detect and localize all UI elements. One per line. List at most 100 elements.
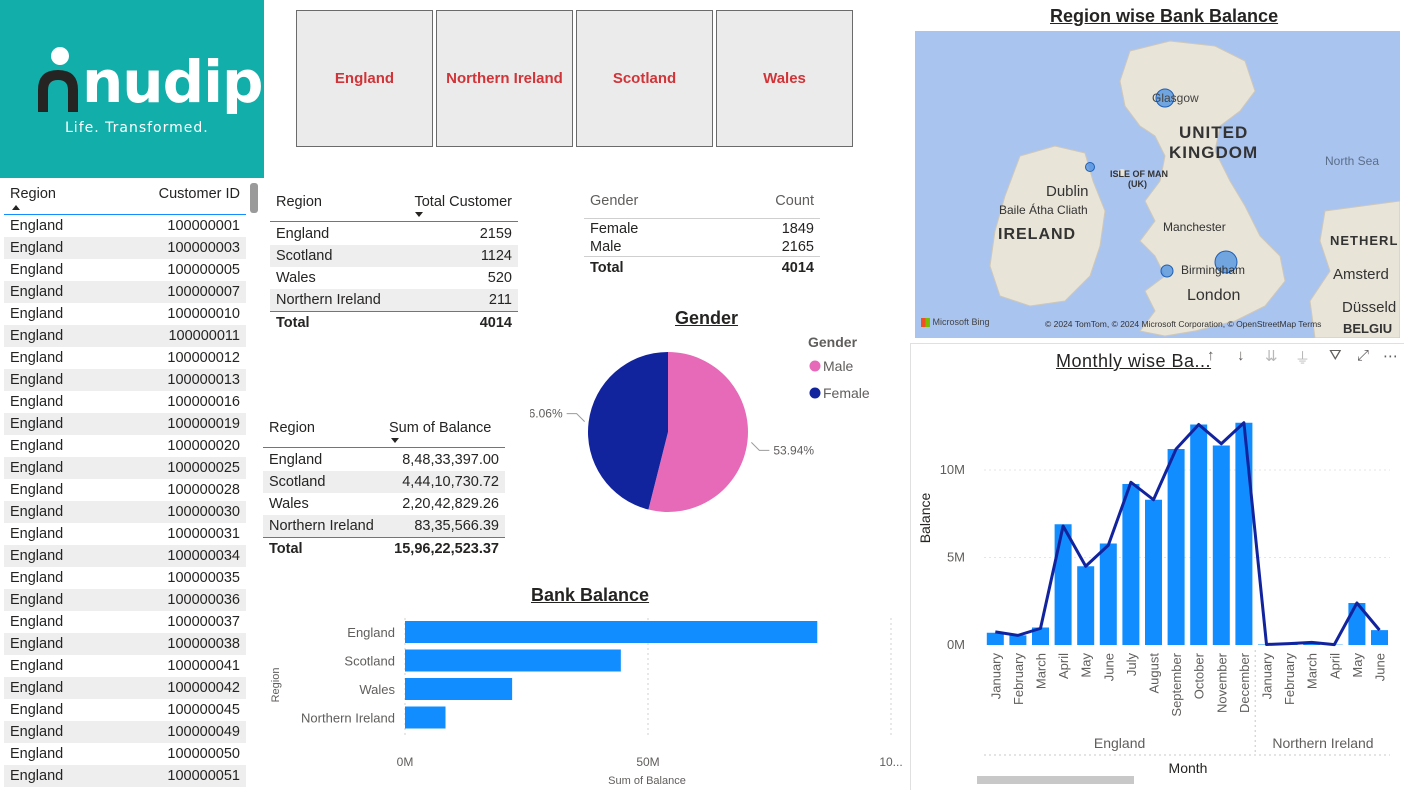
- bar-england-july[interactable]: [1122, 484, 1140, 645]
- table-row[interactable]: Wales 520: [270, 267, 518, 289]
- bar-england-april[interactable]: [1054, 524, 1072, 645]
- x-tick-label: June: [1101, 653, 1116, 681]
- table-row[interactable]: Northern Ireland 83,35,566.39: [263, 515, 505, 537]
- focus-mode-icon[interactable]: ⤢: [1357, 347, 1369, 364]
- bar-england-november[interactable]: [1212, 445, 1230, 646]
- header-region[interactable]: Region: [10, 186, 56, 202]
- header-sum-of-balance[interactable]: Sum of Balance: [389, 420, 491, 436]
- cell-customer-id: 100000020: [167, 438, 240, 454]
- x-tick-label: April: [1327, 653, 1342, 679]
- bar-wales[interactable]: [405, 678, 513, 700]
- table-row[interactable]: England 100000010: [4, 303, 246, 325]
- table-row[interactable]: England 100000020: [4, 435, 246, 457]
- table-row[interactable]: Male 2165: [584, 238, 820, 256]
- legend-label-male[interactable]: Male: [823, 358, 854, 374]
- horizontal-scrollbar[interactable]: [977, 776, 1134, 784]
- table-row[interactable]: England 100000045: [4, 699, 246, 721]
- cell-customer-id: 100000001: [167, 218, 240, 234]
- bar-northern-ireland[interactable]: [405, 706, 446, 729]
- expand-next-icon[interactable]: ⏚: [1295, 347, 1310, 368]
- table-row[interactable]: England 100000007: [4, 281, 246, 303]
- cell-value: 1849: [781, 221, 814, 237]
- table-row[interactable]: England 100000037: [4, 611, 246, 633]
- bar-england[interactable]: [405, 621, 818, 643]
- table-row[interactable]: England 100000001: [4, 215, 246, 237]
- table-row[interactable]: England 100000034: [4, 545, 246, 567]
- bar-england-august[interactable]: [1145, 499, 1162, 645]
- table-row[interactable]: England 100000042: [4, 677, 246, 699]
- table-row[interactable]: England 8,48,33,397.00: [263, 449, 505, 471]
- cell-region: England: [10, 460, 64, 476]
- table-row[interactable]: England 100000025: [4, 457, 246, 479]
- bar-england-january[interactable]: [986, 632, 1004, 645]
- slicer-northern-ireland[interactable]: Northern Ireland: [436, 10, 573, 147]
- table-row[interactable]: England 100000035: [4, 567, 246, 589]
- header-region[interactable]: Region: [276, 194, 322, 210]
- table-row[interactable]: England 100000005: [4, 259, 246, 281]
- cell-region: England: [10, 614, 64, 630]
- table-row[interactable]: England 100000012: [4, 347, 246, 369]
- table-row[interactable]: Scotland 4,44,10,730.72: [263, 471, 505, 493]
- cell-region: England: [10, 306, 64, 322]
- vertical-scrollbar[interactable]: [250, 183, 258, 213]
- bar-england-may[interactable]: [1077, 566, 1095, 645]
- y-axis-label: Region: [270, 668, 282, 703]
- cell-region: England: [10, 658, 64, 674]
- table-row[interactable]: England 100000036: [4, 589, 246, 611]
- table-row[interactable]: Wales 2,20,42,829.26: [263, 493, 505, 515]
- more-options-icon[interactable]: ⋯: [1383, 347, 1398, 365]
- bar-england-december[interactable]: [1235, 422, 1253, 645]
- map-label-dusseldorf: Düsseld: [1342, 299, 1397, 316]
- table-row[interactable]: England 100000038: [4, 633, 246, 655]
- header-count[interactable]: Count: [775, 193, 814, 209]
- table-row[interactable]: England 100000013: [4, 369, 246, 391]
- bar-england-june[interactable]: [1099, 543, 1117, 646]
- slicer-scotland[interactable]: Scotland: [576, 10, 713, 147]
- legend-marker-male[interactable]: [809, 360, 821, 372]
- table-row[interactable]: England 100000049: [4, 721, 246, 743]
- table-row[interactable]: England 100000019: [4, 413, 246, 435]
- slicer-wales[interactable]: Wales: [716, 10, 853, 147]
- bar-scotland[interactable]: [405, 649, 621, 672]
- table-row[interactable]: England 100000051: [4, 765, 246, 787]
- drill-up-icon[interactable]: ↑: [1207, 347, 1215, 364]
- header-region[interactable]: Region: [269, 420, 315, 436]
- table-row[interactable]: England 100000011: [4, 325, 246, 347]
- table-row[interactable]: England 100000041: [4, 655, 246, 677]
- cell-region: England: [10, 438, 64, 454]
- bar-northern-ireland-june[interactable]: [1371, 630, 1388, 645]
- legend-label-female[interactable]: Female: [823, 385, 870, 401]
- expand-all-icon[interactable]: ⇊: [1265, 347, 1278, 365]
- table-row[interactable]: England 2159: [270, 223, 518, 245]
- map-label-isle-of-man-uk: (UK): [1128, 179, 1147, 189]
- table-row[interactable]: England 100000003: [4, 237, 246, 259]
- cell-label: Northern Ireland: [269, 518, 374, 534]
- map-label-baile: Baile Átha Cliath: [999, 203, 1088, 217]
- bar-england-october[interactable]: [1190, 424, 1208, 646]
- table-row[interactable]: England 100000016: [4, 391, 246, 413]
- table-row[interactable]: England 100000030: [4, 501, 246, 523]
- slicer-england[interactable]: England: [296, 10, 433, 147]
- x-tick-label: September: [1169, 652, 1184, 716]
- balance-line[interactable]: [995, 421, 1381, 647]
- map-bubble-wales[interactable]: [1160, 264, 1174, 278]
- map-bubble-northern-ireland[interactable]: [1085, 162, 1095, 172]
- table-row[interactable]: England 100000050: [4, 743, 246, 765]
- bar-england-september[interactable]: [1167, 449, 1185, 645]
- table-row[interactable]: Northern Ireland 211: [270, 289, 518, 311]
- drill-down-icon[interactable]: ↓: [1237, 347, 1245, 364]
- table-row[interactable]: England 100000028: [4, 479, 246, 501]
- legend-marker-female[interactable]: [809, 387, 821, 399]
- total-label: Total: [269, 541, 303, 557]
- pie-data-label: 46.06%: [530, 407, 563, 421]
- header-gender[interactable]: Gender: [590, 193, 638, 209]
- map-label-dublin: Dublin: [1046, 183, 1089, 200]
- table-row[interactable]: England 100000031: [4, 523, 246, 545]
- table-header: Region Total Customer: [270, 190, 518, 222]
- filter-icon[interactable]: ⛛: [1329, 347, 1342, 364]
- table-row[interactable]: Scotland 1124: [270, 245, 518, 267]
- region-map[interactable]: Glasgow UNITED KINGDOM North Sea ISLE OF…: [915, 31, 1400, 338]
- header-total-customer[interactable]: Total Customer: [414, 194, 512, 210]
- table-row[interactable]: Female 1849: [584, 220, 820, 238]
- header-customer-id[interactable]: Customer ID: [159, 186, 240, 202]
